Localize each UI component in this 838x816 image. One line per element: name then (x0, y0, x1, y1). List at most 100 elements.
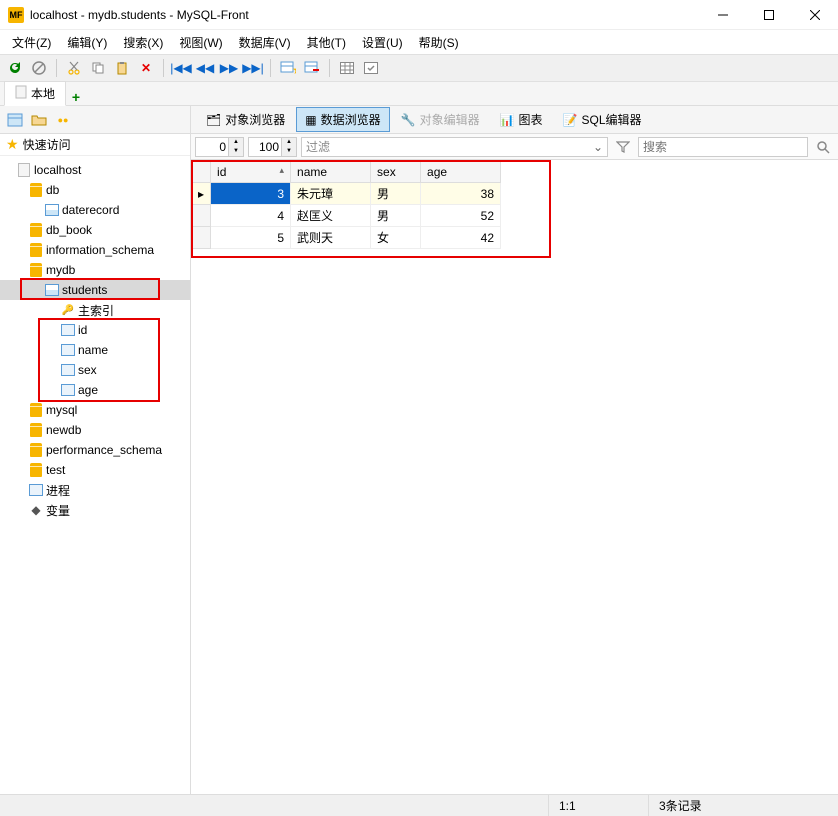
database-icon (30, 263, 42, 277)
svg-text:★: ★ (292, 63, 296, 75)
table-row[interactable]: 5 武则天 女 42 (192, 227, 501, 249)
quick-access-label: 快速访问 (23, 136, 71, 153)
data-grid[interactable]: id name sex age ▸ 3 朱元璋 男 38 (191, 160, 501, 249)
wrench-icon: 🔧 (401, 113, 416, 127)
cell-sex[interactable]: 男 (371, 205, 421, 227)
cut-button[interactable] (63, 57, 85, 79)
tab-local[interactable]: 本地 (4, 81, 66, 106)
offset-input[interactable] (195, 137, 229, 157)
offset-up[interactable]: ▲ (229, 138, 243, 147)
search-button[interactable] (812, 136, 834, 158)
last-button[interactable]: ▶▶| (242, 57, 264, 79)
tree-db-newdb[interactable]: newdb (0, 420, 190, 440)
delete-row-button[interactable] (301, 57, 323, 79)
filter-bar: ▲▼ ▲▼ 过滤 ⌄ (191, 134, 838, 160)
tree-db-mydb[interactable]: mydb (0, 260, 190, 280)
row-marker: ▸ (192, 183, 211, 205)
tree-table-daterecord[interactable]: daterecord (0, 200, 190, 220)
copy-button[interactable] (87, 57, 109, 79)
col-header-sex[interactable]: sex (371, 161, 421, 183)
menu-file[interactable]: 文件(Z) (4, 32, 59, 53)
paste-button[interactable] (111, 57, 133, 79)
limit-stepper[interactable]: ▲▼ (248, 137, 297, 157)
tree-col-name[interactable]: name (0, 340, 190, 360)
row-header-corner (192, 161, 211, 183)
navigator-toolbar: ●● (0, 106, 190, 134)
tree-table-students[interactable]: students (0, 280, 190, 300)
tab-data-browser[interactable]: ▦数据浏览器 (296, 107, 389, 132)
menu-help[interactable]: 帮助(S) (411, 32, 467, 53)
menu-edit[interactable]: 编辑(Y) (59, 32, 115, 53)
view-mode-tabs: 🗂对象浏览器 ▦数据浏览器 🔧对象编辑器 📊图表 📝SQL编辑器 (191, 106, 838, 134)
menu-settings[interactable]: 设置(U) (354, 32, 411, 53)
col-header-id[interactable]: id (211, 161, 291, 183)
filter-funnel-button[interactable] (612, 136, 634, 158)
prev-button[interactable]: ◀◀ (194, 57, 216, 79)
cancel-button[interactable] (28, 57, 50, 79)
tree-db-mysql[interactable]: mysql (0, 400, 190, 420)
filter-input[interactable]: 过滤 ⌄ (301, 137, 608, 157)
tree-variables[interactable]: 变量 (0, 500, 190, 520)
offset-stepper[interactable]: ▲▼ (195, 137, 244, 157)
cell-name[interactable]: 武则天 (291, 227, 371, 249)
post-button[interactable] (360, 57, 382, 79)
data-grid-wrapper: id name sex age ▸ 3 朱元璋 男 38 (191, 160, 838, 794)
minimize-button[interactable] (700, 0, 746, 30)
limit-down[interactable]: ▼ (282, 147, 296, 156)
tree-host[interactable]: localhost (0, 160, 190, 180)
col-header-name[interactable]: name (291, 161, 371, 183)
limit-input[interactable] (248, 137, 282, 157)
cell-sex[interactable]: 女 (371, 227, 421, 249)
tree-processes[interactable]: 进程 (0, 480, 190, 500)
tree-db-db_book[interactable]: db_book (0, 220, 190, 240)
menu-database[interactable]: 数据库(V) (231, 32, 299, 53)
cell-name[interactable]: 朱元璋 (291, 183, 371, 205)
grid-toggle-button[interactable] (336, 57, 358, 79)
add-tab-button[interactable]: + (66, 89, 86, 105)
nav-folder-icon[interactable] (28, 109, 50, 131)
cell-sex[interactable]: 男 (371, 183, 421, 205)
cell-age[interactable]: 52 (421, 205, 501, 227)
grid-icon: ▦ (305, 113, 316, 127)
key-icon (60, 302, 76, 318)
tab-object-browser[interactable]: 🗂对象浏览器 (197, 107, 294, 132)
delete-button[interactable]: ✕ (135, 57, 157, 79)
tab-object-editor[interactable]: 🔧对象编辑器 (392, 107, 489, 132)
tree-col-id[interactable]: id (0, 320, 190, 340)
maximize-button[interactable] (746, 0, 792, 30)
next-button[interactable]: ▶▶ (218, 57, 240, 79)
cell-name[interactable]: 赵匡义 (291, 205, 371, 227)
menu-search[interactable]: 搜索(X) (115, 32, 171, 53)
menu-view[interactable]: 视图(W) (171, 32, 230, 53)
cell-age[interactable]: 38 (421, 183, 501, 205)
tree-col-age[interactable]: age (0, 380, 190, 400)
offset-down[interactable]: ▼ (229, 147, 243, 156)
tree-db-performance_schema[interactable]: performance_schema (0, 440, 190, 460)
chevron-down-icon[interactable]: ⌄ (593, 140, 603, 154)
browser-icon: 🗂 (206, 113, 221, 127)
nav-list-icon[interactable] (4, 109, 26, 131)
tab-sql-editor[interactable]: 📝SQL编辑器 (554, 107, 651, 132)
tree-db-db[interactable]: db (0, 180, 190, 200)
tab-chart[interactable]: 📊图表 (491, 107, 552, 132)
tree-db-information_schema[interactable]: information_schema (0, 240, 190, 260)
tree-col-sex[interactable]: sex (0, 360, 190, 380)
table-row[interactable]: ▸ 3 朱元璋 男 38 (192, 183, 501, 205)
tree-key-primary[interactable]: 主索引 (0, 300, 190, 320)
first-button[interactable]: |◀◀ (170, 57, 192, 79)
col-header-age[interactable]: age (421, 161, 501, 183)
cell-id[interactable]: 4 (211, 205, 291, 227)
close-button[interactable] (792, 0, 838, 30)
menu-other[interactable]: 其他(T) (299, 32, 354, 53)
limit-up[interactable]: ▲ (282, 138, 296, 147)
sql-icon: 📝 (563, 113, 578, 127)
cell-id[interactable]: 5 (211, 227, 291, 249)
insert-row-button[interactable]: ★ (277, 57, 299, 79)
cell-age[interactable]: 42 (421, 227, 501, 249)
table-row[interactable]: 4 赵匡义 男 52 (192, 205, 501, 227)
nav-favorites-icon[interactable]: ●● (52, 109, 74, 131)
refresh-button[interactable] (4, 57, 26, 79)
search-input[interactable] (638, 137, 808, 157)
tree-db-test[interactable]: test (0, 460, 190, 480)
cell-id[interactable]: 3 (211, 183, 291, 205)
